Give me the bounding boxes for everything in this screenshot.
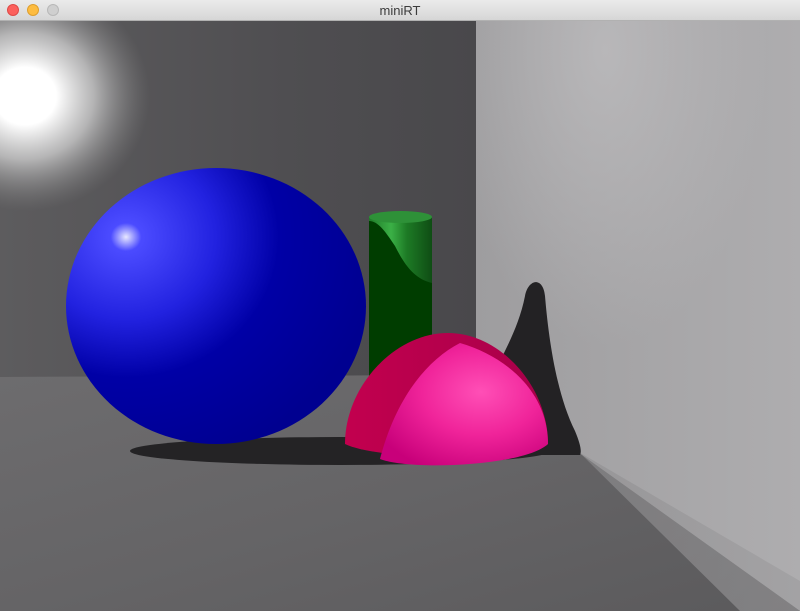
app-window: miniRT [0, 0, 800, 611]
title-bar[interactable]: miniRT [0, 0, 800, 21]
window-title: miniRT [379, 3, 421, 18]
render-canvas[interactable] [0, 21, 800, 611]
rendered-scene [0, 21, 800, 611]
cylinder-cap [369, 211, 432, 223]
sphere [66, 168, 366, 444]
